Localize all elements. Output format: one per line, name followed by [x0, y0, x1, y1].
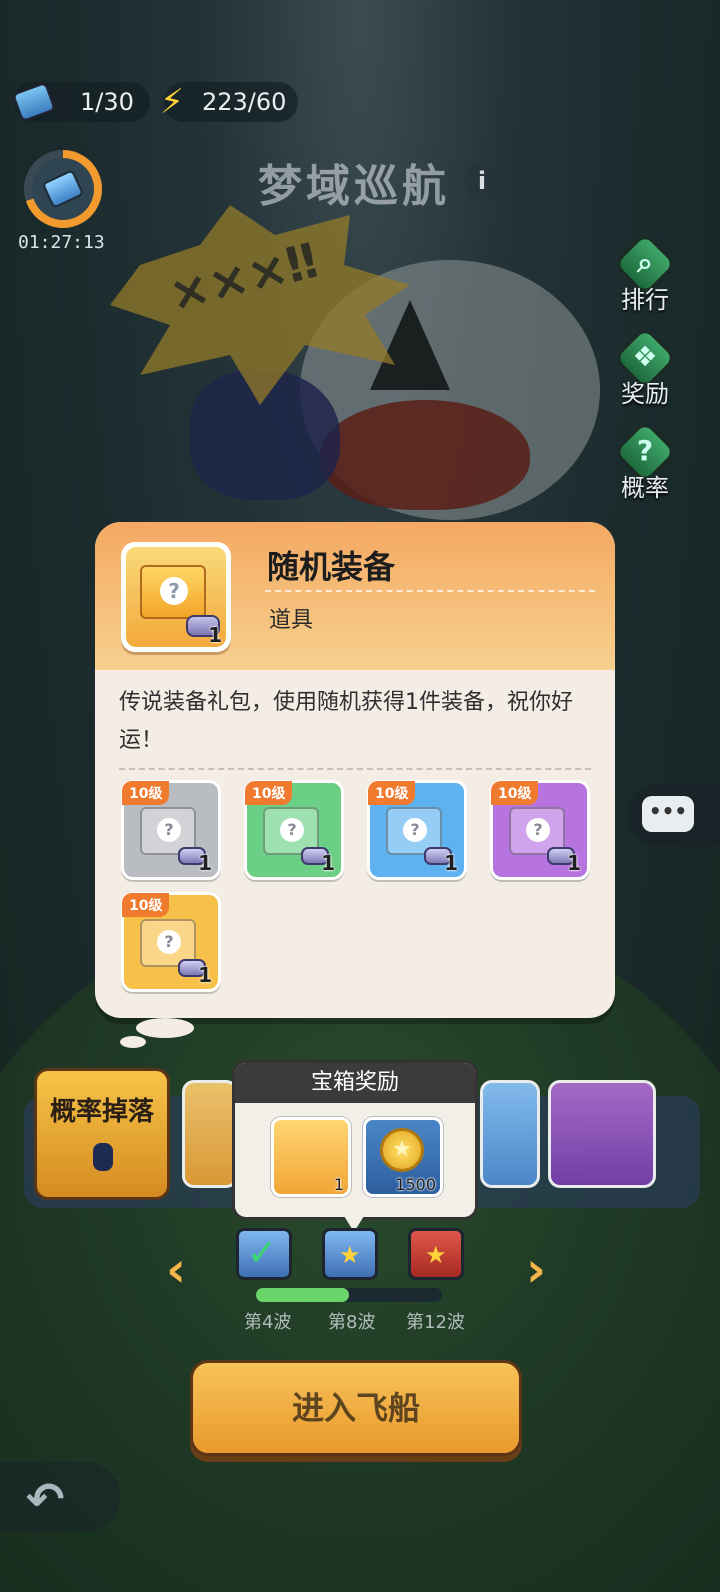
- reward-coin-value: 1500: [395, 1175, 436, 1194]
- level-badge: 10级: [491, 781, 539, 805]
- energy-count: 223/60: [202, 88, 287, 116]
- wave-label: 第8波: [328, 1312, 376, 1333]
- ticket-counter[interactable]: 1/30: [11, 81, 150, 123]
- event-timer-icon[interactable]: [24, 150, 102, 228]
- equipment-option[interactable]: 10级? 1: [367, 780, 467, 880]
- option-qty: 1: [444, 851, 458, 875]
- thought-bubble: [120, 1036, 146, 1048]
- coin-icon: ★: [380, 1128, 424, 1172]
- event-timer: 01:27:13: [18, 232, 105, 253]
- reward-item-qty: 1: [333, 1175, 344, 1194]
- side-button-label: 奖励: [621, 380, 669, 408]
- item-icon-random-equipment: ? 1: [121, 542, 231, 652]
- info-icon[interactable]: i: [464, 163, 500, 199]
- option-qty: 1: [321, 851, 335, 875]
- lightning-icon: ⚡: [160, 82, 184, 122]
- side-button-rewards[interactable]: ❖ 奖励: [610, 326, 680, 410]
- option-qty: 1: [198, 963, 212, 987]
- gift-box-icon: ?: [140, 565, 206, 619]
- option-qty: 1: [567, 851, 581, 875]
- energy-counter[interactable]: ⚡ 223/60: [160, 82, 298, 122]
- level-badge: 10级: [245, 781, 293, 805]
- chest-slot-blue[interactable]: [480, 1080, 540, 1188]
- side-button-probability[interactable]: ? 概率: [610, 420, 680, 504]
- probability-drop-chest[interactable]: 概率掉落: [34, 1068, 170, 1200]
- item-qty: 1: [208, 623, 222, 647]
- chest-reward-tooltip: 宝箱奖励 1 ★ 1500: [232, 1060, 478, 1220]
- star-icon: ★: [339, 1241, 361, 1269]
- equipment-option[interactable]: 10级? 1: [244, 780, 344, 880]
- possible-items-grid: 10级? 1 10级? 1 10级? 1 10级? 1 10级? 1: [121, 780, 601, 992]
- chest-slot-orange[interactable]: [182, 1080, 238, 1188]
- wave-chest-12[interactable]: ★: [408, 1228, 464, 1280]
- page-title: 梦域巡航: [258, 161, 450, 212]
- chest-slot-purple[interactable]: [548, 1080, 656, 1188]
- reward-item-equipment[interactable]: 1: [271, 1117, 351, 1197]
- next-arrow-icon[interactable]: ›: [518, 1244, 554, 1296]
- reward-item-coins[interactable]: ★ 1500: [363, 1117, 443, 1197]
- equipment-option[interactable]: 10级? 1: [490, 780, 590, 880]
- equipment-option[interactable]: 10级? 1: [121, 892, 221, 992]
- wave-chest-8[interactable]: ★: [322, 1228, 378, 1280]
- keyhole-icon: [93, 1143, 113, 1171]
- game-screen: ×××‼ 1/30 ⚡ 223/60 01:27:13 梦域巡航 i ⌕ 排行 …: [0, 0, 720, 1592]
- enter-ship-button[interactable]: 进入飞船: [190, 1360, 522, 1456]
- probability-drop-label: 概率掉落: [49, 1097, 154, 1127]
- question-icon: ?: [636, 434, 654, 467]
- chat-icon: •••: [642, 796, 694, 832]
- chest-reward-header: 宝箱奖励: [235, 1063, 475, 1103]
- equipment-option[interactable]: 10级? 1: [121, 780, 221, 880]
- item-type: 道具: [269, 608, 314, 633]
- enter-ship-label: 进入飞船: [291, 1389, 420, 1427]
- wave-label: 第4波: [244, 1312, 292, 1333]
- item-description: 传说装备礼包，使用随机获得1件装备，祝你好运！: [119, 690, 573, 753]
- star-icon: ★: [425, 1241, 447, 1269]
- item-title: 随机装备: [267, 548, 396, 586]
- thought-bubble: [136, 1018, 194, 1038]
- option-qty: 1: [198, 851, 212, 875]
- previous-arrow-icon[interactable]: ‹: [158, 1244, 194, 1296]
- wave-progress-bar: [256, 1288, 442, 1302]
- check-icon: ✓: [247, 1233, 278, 1274]
- side-button-label: 概率: [621, 474, 669, 502]
- wave-label: 第12波: [406, 1312, 465, 1333]
- side-button-label: 排行: [621, 286, 669, 314]
- ticket-count: 1/30: [80, 88, 134, 116]
- back-arrow-icon: ↶: [26, 1472, 65, 1526]
- level-badge: 10级: [122, 781, 170, 805]
- back-button[interactable]: ↶: [0, 1462, 120, 1532]
- gift-icon: ❖: [632, 340, 658, 373]
- chat-button[interactable]: •••: [628, 784, 720, 846]
- level-badge: 10级: [368, 781, 416, 805]
- wave-chest-4[interactable]: ✓: [236, 1228, 292, 1280]
- item-info-popup: ? 1 随机装备 道具 传说装备礼包，使用随机获得1件装备，祝你好运！ 10级?…: [95, 522, 615, 1018]
- magnifier-icon: ⌕: [637, 246, 653, 279]
- side-button-ranking[interactable]: ⌕ 排行: [610, 232, 680, 316]
- divider: [119, 768, 591, 770]
- level-badge: 10级: [122, 893, 170, 917]
